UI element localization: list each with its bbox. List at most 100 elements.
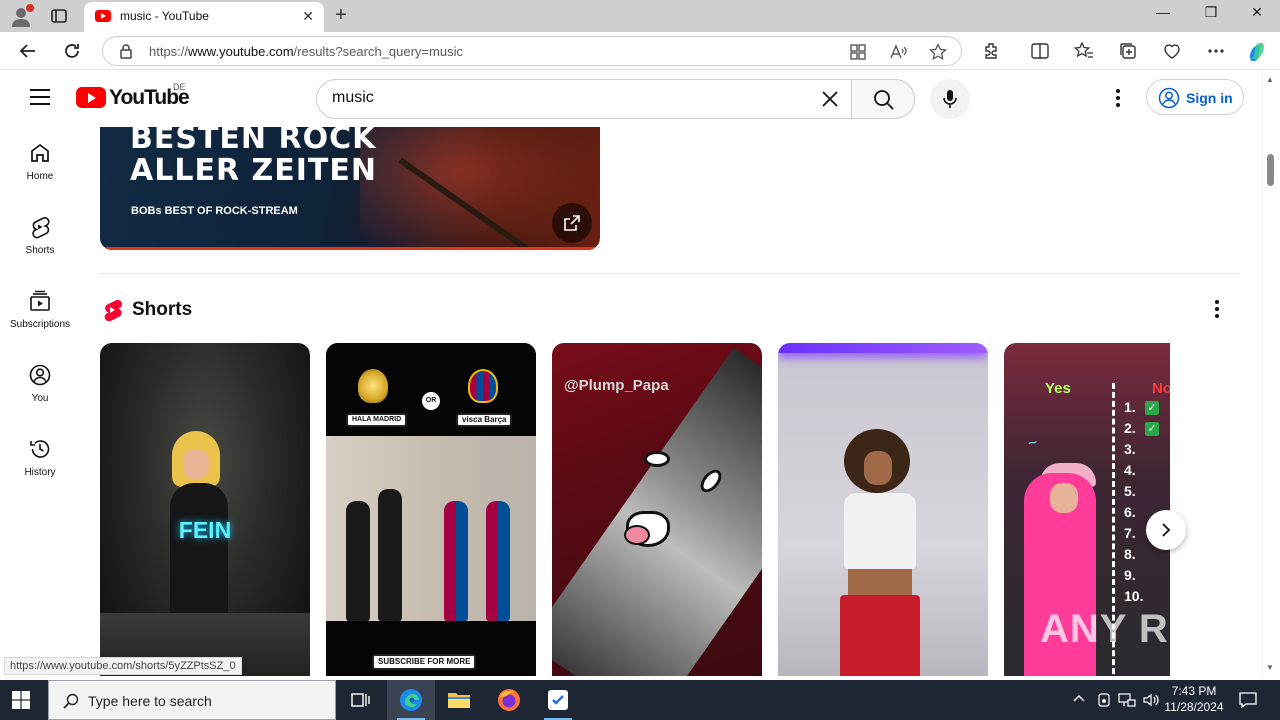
youtube-play-icon (76, 87, 106, 108)
task-view-button[interactable] (336, 680, 384, 720)
shorts-next-button[interactable] (1146, 510, 1186, 550)
thumb-shape (486, 501, 510, 621)
short-label: Yes (1045, 380, 1071, 397)
new-tab-button[interactable]: + (330, 4, 352, 27)
short-card[interactable]: FEIN (100, 343, 310, 676)
thumb-shape (624, 525, 650, 545)
profile-icon[interactable] (10, 4, 34, 27)
banner-edge (100, 247, 600, 250)
close-window-button[interactable]: ✕ (1234, 4, 1280, 21)
security-app-icon (548, 690, 568, 710)
taskbar-app-security[interactable] (534, 680, 582, 720)
sidebar-item-you[interactable]: You (4, 353, 76, 417)
short-overlay-text: FEIN (178, 517, 232, 543)
volume-icon[interactable] (1142, 692, 1160, 711)
task-view-icon (351, 693, 370, 707)
show-hidden-icons[interactable] (1072, 692, 1086, 709)
home-icon (31, 143, 49, 162)
search-query-text: music (332, 89, 374, 106)
network-status-icon[interactable] (1096, 692, 1112, 711)
sign-in-label: Sign in (1186, 90, 1233, 106)
tab-close-icon[interactable]: ✕ (302, 8, 314, 25)
short-list-number: 4. (1124, 462, 1136, 478)
url-text: https://www.youtube.com/results?search_q… (149, 44, 463, 59)
search-input[interactable]: music (316, 79, 852, 119)
settings-menu-icon[interactable] (1110, 87, 1126, 111)
browser-essentials-icon[interactable] (1162, 41, 1182, 61)
short-label: OR (422, 392, 440, 410)
favorites-icon[interactable] (1073, 41, 1094, 61)
anyrun-watermark: ANY RUN (1040, 607, 1229, 651)
rock-stream-banner[interactable]: BESTEN ROCK ALLER ZEITEN BOBs BEST OF RO… (100, 127, 600, 250)
taskbar-edge-app[interactable] (387, 680, 435, 720)
collections-icon[interactable] (1118, 41, 1138, 61)
short-card[interactable]: @Plump_Papa (552, 343, 762, 676)
shorts-icon (32, 217, 50, 239)
real-madrid-crest-icon (358, 369, 388, 403)
notification-center-icon[interactable] (1238, 690, 1258, 715)
minimize-button[interactable]: — (1140, 4, 1186, 20)
thumb-shape (444, 501, 468, 621)
favorite-star-icon[interactable] (929, 42, 947, 61)
page-scrollbar[interactable]: ▲ ▼ (1262, 71, 1280, 676)
address-bar[interactable]: https://www.youtube.com/results?search_q… (102, 36, 962, 66)
settings-more-icon[interactable] (1206, 41, 1226, 61)
browser-tab-active[interactable]: music - YouTube ✕ (84, 2, 324, 32)
start-button[interactable] (12, 691, 30, 709)
sign-in-button[interactable]: Sign in (1146, 79, 1244, 115)
microphone-icon (943, 90, 957, 108)
thumb-shape (848, 569, 912, 595)
youtube-header: YouTube DE music Sign in (0, 71, 1262, 127)
scroll-down-icon[interactable]: ▼ (1266, 663, 1274, 672)
scrollbar-thumb[interactable] (1267, 154, 1274, 186)
taskbar-explorer-app[interactable] (435, 680, 483, 720)
read-aloud-icon[interactable] (889, 43, 907, 61)
short-list-number: 3. (1124, 441, 1136, 457)
history-icon (30, 440, 50, 458)
thumb-shape (1050, 483, 1078, 513)
windows-logo-icon (12, 691, 30, 709)
copilot-icon[interactable] (1246, 41, 1266, 61)
refresh-button[interactable] (60, 39, 84, 63)
taskbar-search-box[interactable]: Type here to search (48, 680, 336, 720)
sidebar-item-history[interactable]: History (4, 427, 76, 491)
account-icon (1158, 87, 1180, 109)
tab-actions-icon[interactable] (48, 6, 70, 26)
shorts-options-icon[interactable] (1209, 299, 1225, 321)
scroll-up-icon[interactable]: ▲ (1266, 75, 1274, 84)
file-explorer-icon (448, 693, 470, 708)
external-link-button[interactable] (552, 203, 592, 243)
ethernet-icon[interactable] (1118, 692, 1136, 711)
short-card[interactable]: HALA MADRID OR visca Barça SUBSCRIBE FOR… (326, 343, 536, 676)
thumb-shape: ~ (1025, 434, 1040, 453)
firefox-icon (498, 689, 520, 711)
sidebar-item-subscriptions[interactable]: Subscriptions (4, 279, 76, 343)
extensions-icon[interactable] (982, 41, 1002, 61)
menu-icon[interactable] (30, 89, 50, 105)
taskbar-firefox-app[interactable] (485, 680, 533, 720)
sidebar-item-label: Subscriptions (9, 319, 71, 330)
lock-icon[interactable] (119, 43, 133, 64)
taskbar-clock[interactable]: 7:43 PM 11/28/2024 (1162, 683, 1226, 715)
back-button[interactable] (16, 39, 40, 63)
sidebar-item-home[interactable]: Home (4, 131, 76, 195)
thumb-shape (378, 489, 402, 621)
sidebar-item-shorts[interactable]: Shorts (4, 205, 76, 269)
app-available-icon[interactable] (849, 43, 867, 61)
browser-toolbar: https://www.youtube.com/results?search_q… (0, 32, 1280, 70)
short-label: HALA MADRID (346, 413, 408, 427)
notification-dot (26, 4, 34, 12)
voice-search-button[interactable] (930, 79, 970, 119)
banner-subtitle: BOBs BEST OF ROCK-STREAM (131, 205, 298, 217)
maximize-button[interactable]: ❐ (1188, 4, 1234, 21)
sidebar-item-label: Shorts (25, 245, 55, 256)
short-label: No (1152, 380, 1170, 397)
split-screen-icon[interactable] (1030, 41, 1050, 61)
sidebar-item-label: You (31, 393, 49, 404)
clear-search-icon[interactable] (819, 88, 841, 110)
short-card[interactable] (778, 343, 988, 676)
shorts-logo-icon (104, 299, 122, 321)
taskbar-search-placeholder: Type here to search (88, 693, 212, 709)
search-button[interactable] (851, 79, 915, 119)
short-list-number: 7. (1124, 525, 1136, 541)
